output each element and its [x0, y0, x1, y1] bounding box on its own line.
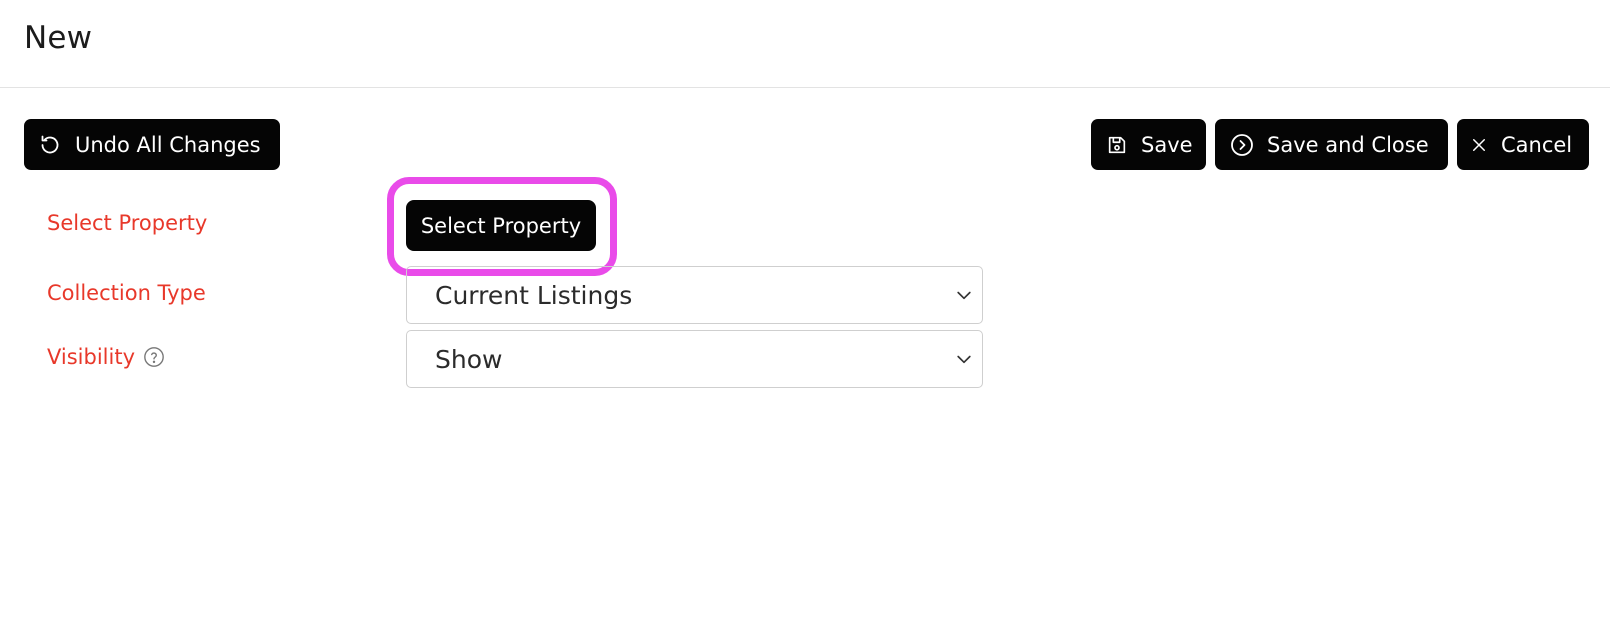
circle-chevron-right-icon — [1229, 132, 1255, 158]
cancel-button[interactable]: Cancel — [1457, 119, 1589, 170]
select-property-button[interactable]: Select Property — [406, 200, 596, 251]
save-button[interactable]: Save — [1091, 119, 1206, 170]
collection-type-select[interactable]: Current Listings — [406, 266, 983, 324]
visibility-label: Visibility — [47, 345, 136, 369]
undo-all-changes-label: Undo All Changes — [75, 132, 261, 157]
save-and-close-button[interactable]: Save and Close — [1215, 119, 1448, 170]
question-circle-icon[interactable] — [143, 346, 165, 368]
page: New Undo All Changes Save Save and Close… — [0, 0, 1610, 644]
cancel-label: Cancel — [1501, 132, 1573, 157]
collection-type-label: Collection Type — [47, 281, 206, 305]
visibility-label-row: Visibility — [47, 345, 165, 369]
visibility-select[interactable]: Show — [406, 330, 983, 388]
visibility-value: Show — [435, 344, 503, 374]
close-icon — [1468, 134, 1490, 156]
page-title: New — [24, 20, 93, 56]
undo-icon — [38, 133, 62, 157]
select-property-label: Select Property — [47, 211, 208, 235]
undo-all-changes-button[interactable]: Undo All Changes — [24, 119, 280, 170]
chevron-down-icon — [954, 285, 974, 305]
save-and-close-label: Save and Close — [1267, 132, 1429, 157]
save-label: Save — [1141, 132, 1193, 157]
chevron-down-icon — [954, 349, 974, 369]
floppy-disk-icon — [1105, 133, 1129, 157]
page-header: New — [0, 0, 1610, 88]
collection-type-value: Current Listings — [435, 280, 633, 310]
